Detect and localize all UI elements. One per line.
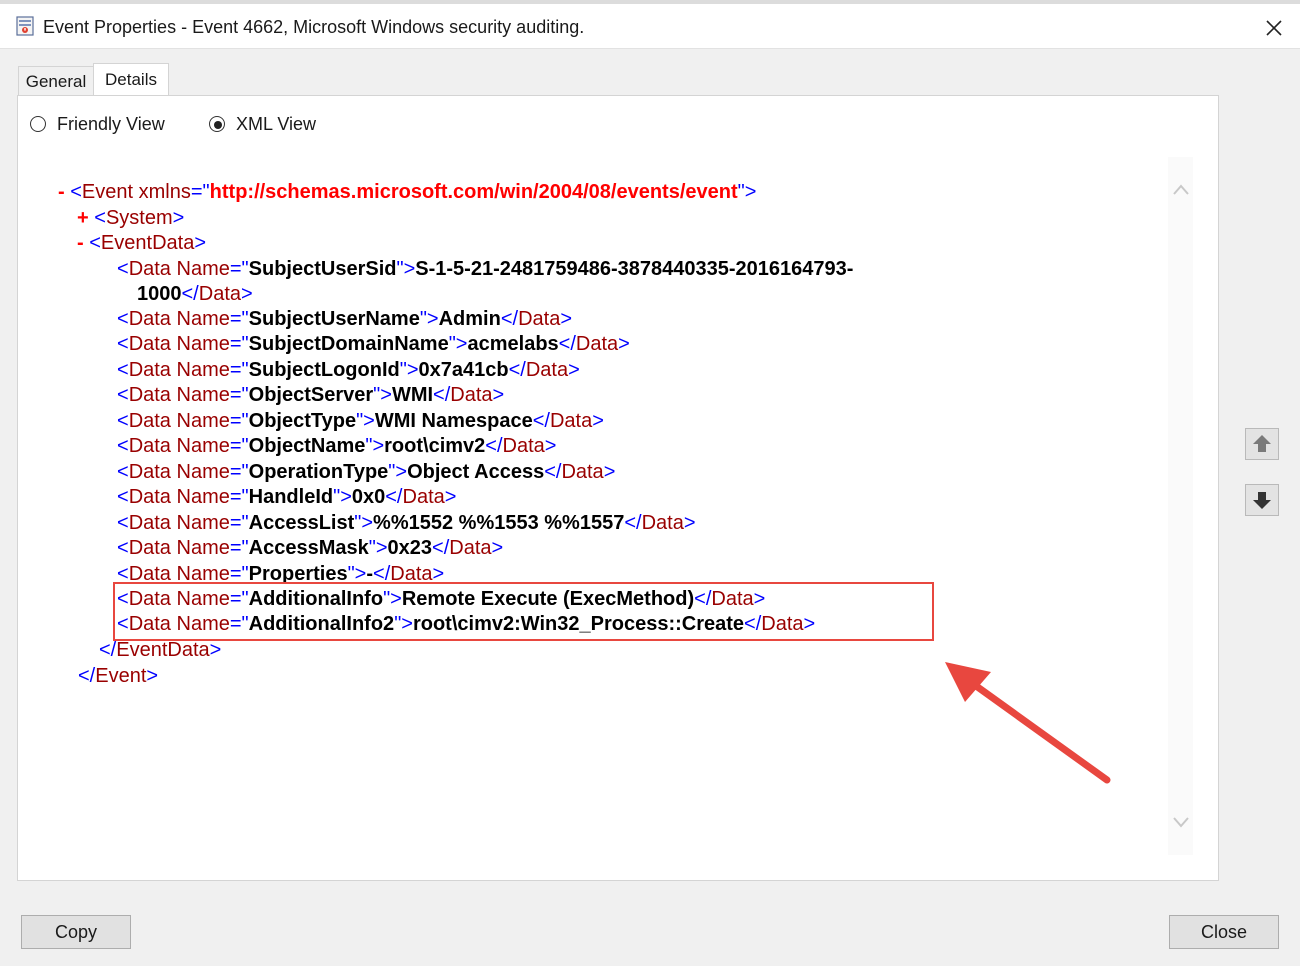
window-title: Event Properties - Event 4662, Microsoft… [43,17,585,37]
xml-event-open: - <Event xmlns="http://schemas.microsoft… [58,181,757,203]
xml-event-close: </Event> [78,665,159,687]
tab-details-label: Details [105,70,157,89]
xml-data-line: <Data Name="ObjectName">root\cimv2</Data… [117,435,557,457]
xml-data-line: <Data Name="SubjectUserSid">S-1-5-21-248… [117,258,854,280]
annotation-arrow-icon [945,662,1111,784]
xml-data-line: <Data Name="HandleId">0x0</Data> [117,486,457,508]
title-bar: Event Properties - Event 4662, Microsoft… [0,4,1300,49]
radio-unchecked-icon [30,116,46,132]
scroll-down-chevron-icon[interactable] [1171,812,1191,832]
collapse-toggle[interactable]: - [58,181,65,203]
xml-data-line: <Data Name="ObjectType">WMI Namespace</D… [117,410,604,432]
xml-data-line: <Data Name="ObjectServer">WMI</Data> [117,384,505,406]
copy-button-label: Copy [54,922,98,942]
copy-button[interactable]: Copy [21,915,131,949]
tab-details[interactable]: Details [93,63,169,95]
scroll-up-chevron-icon[interactable] [1171,180,1191,200]
xml-eventdata-close: </EventData> [99,639,222,661]
xml-data-line: <Data Name="SubjectUserName">Admin</Data… [117,308,573,330]
xmlns-value: http://schemas.microsoft.com/win/2004/08… [209,181,738,203]
expand-toggle[interactable]: + [77,207,89,229]
collapse-toggle[interactable]: - [77,232,84,254]
xml-data-line: <Data Name="SubjectDomainName">acmelabs<… [117,333,630,355]
previous-event-button[interactable] [1245,428,1279,460]
arrow-up-icon [1253,435,1271,452]
radio-checked-icon [209,116,225,132]
xml-view-label: XML View [236,114,317,134]
highlight-box [113,582,934,641]
xml-data-line: <Data Name="SubjectLogonId">0x7a41cb</Da… [117,359,580,381]
next-event-button[interactable] [1245,484,1279,516]
event-viewer-icon [16,16,34,36]
close-button-label: Close [1200,922,1248,942]
friendly-view-label: Friendly View [57,114,165,134]
xml-data-line: <Data Name="AccessList">%%1552 %%1553 %%… [117,512,696,534]
xml-data-line: <Data Name="AccessMask">0x23</Data> [117,537,504,559]
arrow-down-icon [1253,492,1271,509]
close-button[interactable]: Close [1169,915,1279,949]
tab-general[interactable]: General [18,66,94,95]
tab-general-label: General [25,72,87,91]
xml-data-line: <Data Name="OperationType">Object Access… [117,461,616,483]
xml-data-line-cont: 1000</Data> [137,283,253,305]
close-icon[interactable] [1263,17,1285,39]
xml-eventdata-open: - <EventData> [77,232,206,254]
xml-system: + <System> [77,207,185,229]
